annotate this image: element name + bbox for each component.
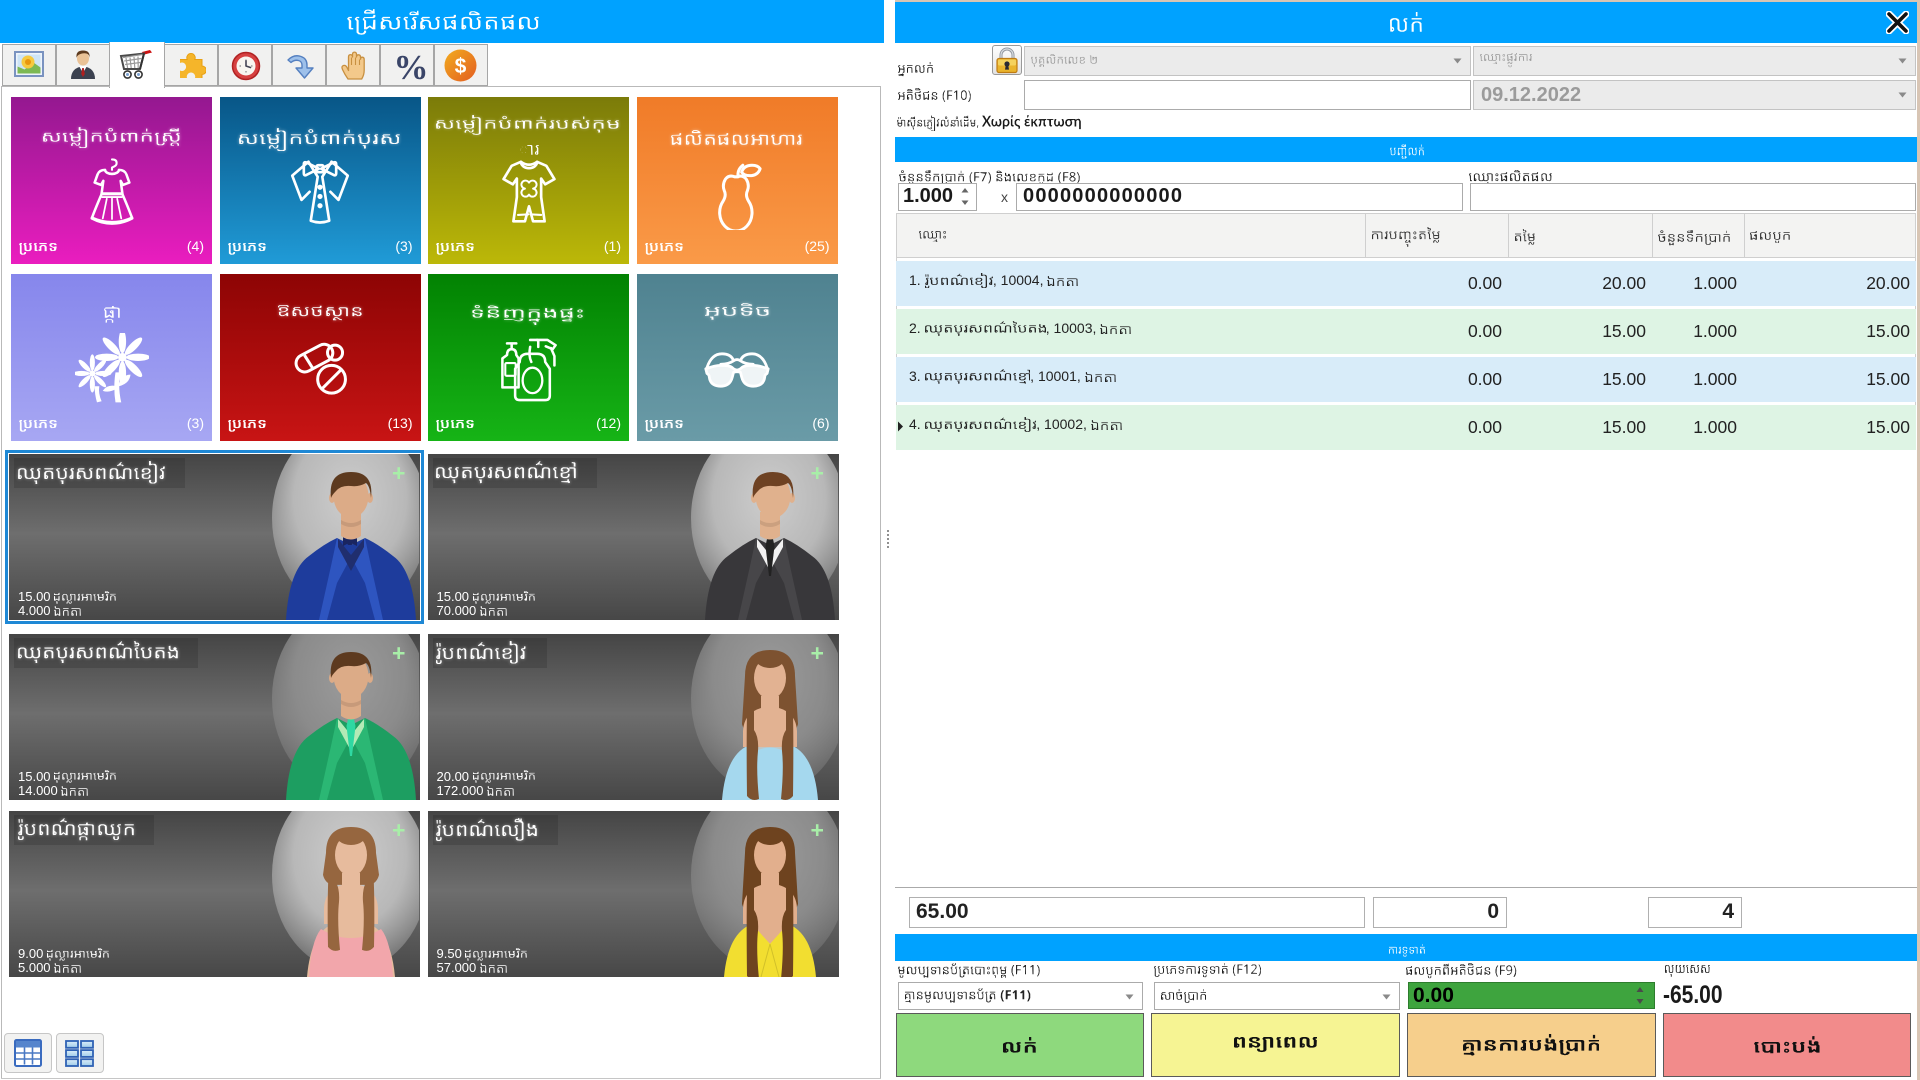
svg-text:$: $	[455, 55, 467, 78]
